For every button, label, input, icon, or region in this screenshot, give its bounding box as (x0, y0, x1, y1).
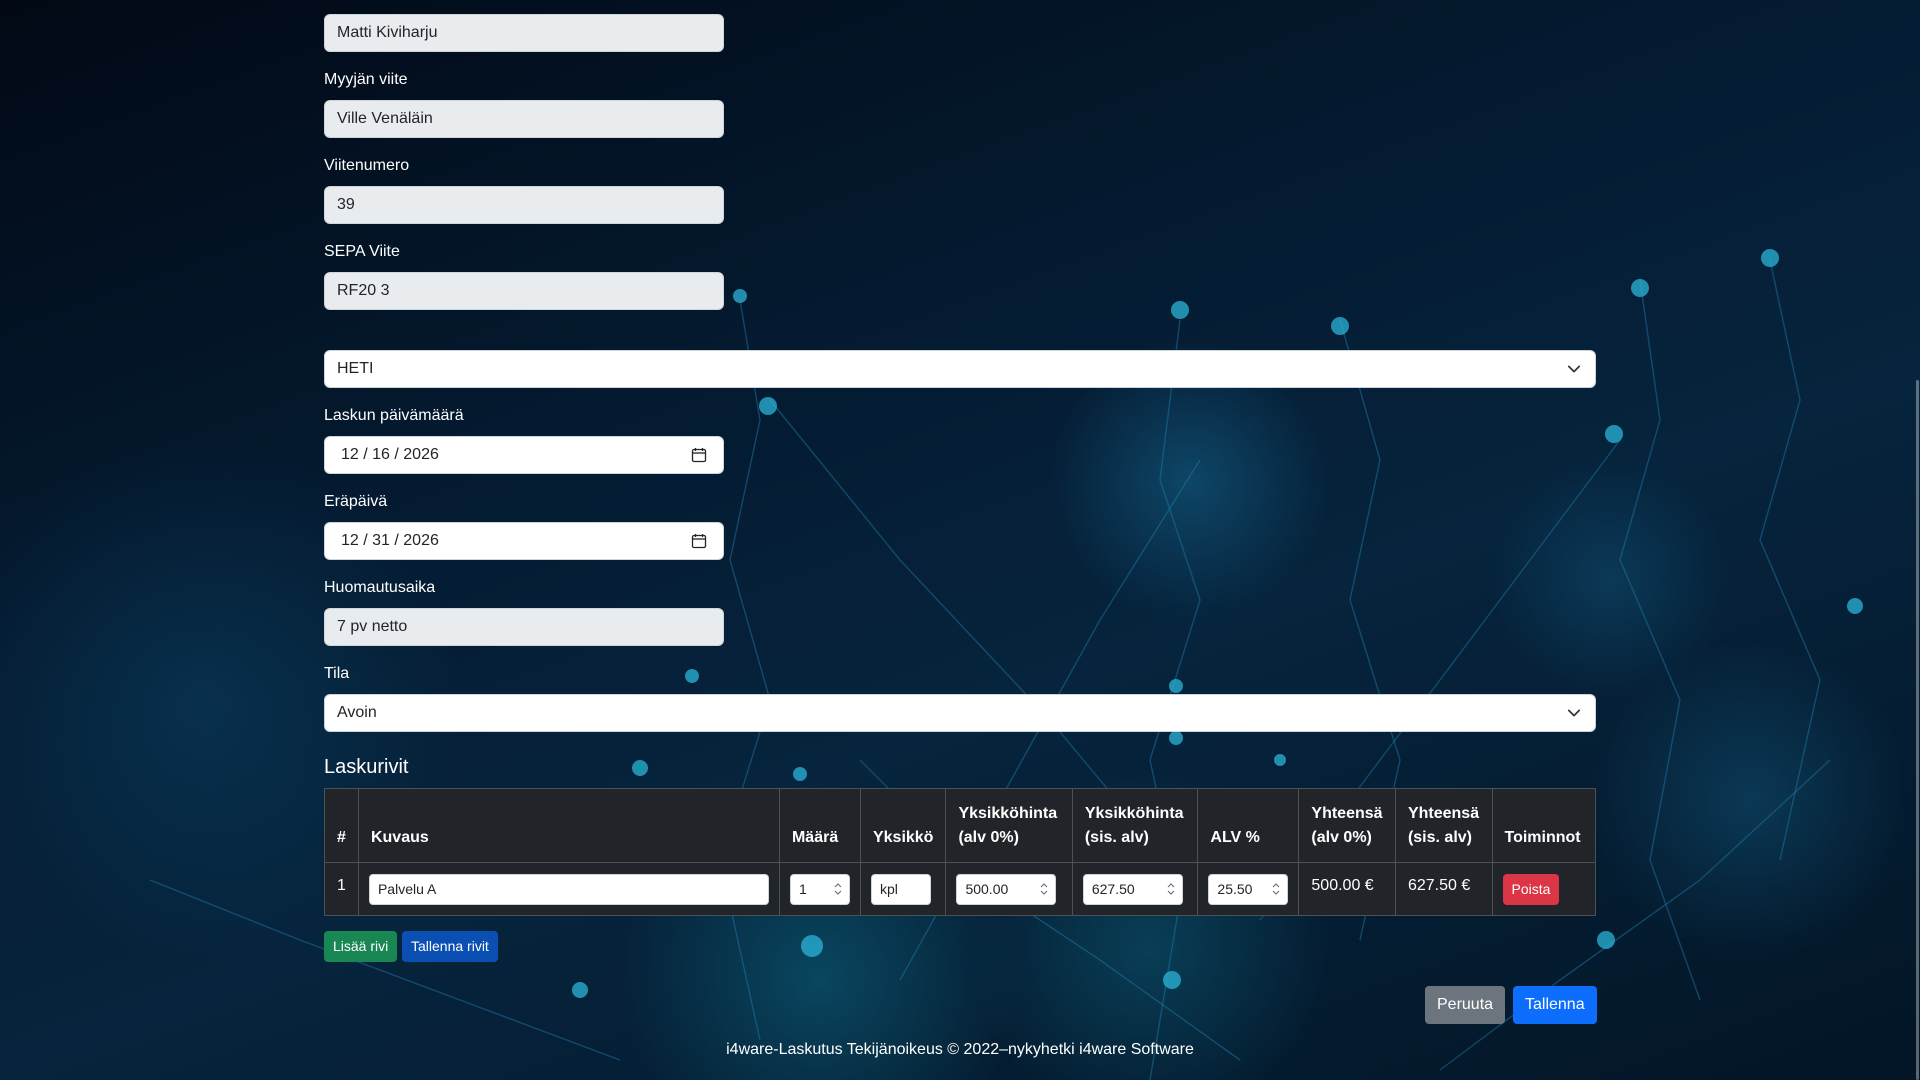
notice-period-field[interactable]: 7 pv netto (324, 608, 724, 646)
row-total-gross: 627.50 € (1394, 862, 1493, 916)
invoice-lines-table: # Kuvaus Määrä Yksikkö Yksikköhinta (alv … (324, 788, 1596, 916)
seller-reference-label: Myyjän viite (324, 71, 408, 88)
quantity-value: 1 (798, 880, 807, 897)
row-actions-cell: Poista (1491, 862, 1596, 916)
cancel-button[interactable]: Peruuta (1425, 986, 1506, 1024)
status-select[interactable]: Avoin (324, 694, 1596, 732)
due-date-field[interactable]: 12 / 31 / 2026 (324, 522, 724, 560)
column-header-text: Yhteensä (1407, 805, 1480, 822)
invoice-date-field[interactable]: 12 / 16 / 2026 (324, 436, 724, 474)
column-header-unit-price-net: Yksikköhinta (alv 0%) (945, 788, 1073, 863)
unit-price-gross-value: 627.50 (1091, 880, 1135, 897)
row-unit-price-net-cell: 500.00 (945, 862, 1073, 916)
chevron-down-icon (1567, 709, 1581, 717)
column-header-quantity: Määrä (778, 788, 861, 863)
sepa-reference-field[interactable]: RF20 3 (324, 272, 724, 310)
status-selected: Avoin (337, 704, 377, 721)
unit-price-net-value: 500.00 (965, 880, 1009, 897)
background-network-illustration (149, 249, 1863, 1080)
save-button[interactable]: Tallenna (1513, 986, 1597, 1024)
invoice-date-value: 12 / 16 / 2026 (341, 446, 439, 463)
unit-price-net-stepper[interactable]: 500.00 (956, 873, 1057, 905)
reference-number-field[interactable]: 39 (324, 186, 724, 224)
unit-price-gross-stepper[interactable]: 627.50 (1082, 873, 1183, 905)
delete-row-button[interactable]: Poista (1502, 873, 1560, 905)
column-header-description: Kuvaus (357, 788, 780, 863)
quantity-stepper[interactable]: 1 (789, 873, 850, 905)
row-vat-cell: 25.50 (1197, 862, 1300, 916)
column-header-text: (sis. alv) (1084, 829, 1149, 846)
sepa-reference-label: SEPA Viite (324, 243, 400, 260)
row-description-cell: Palvelu A (357, 862, 780, 916)
spinner-arrows-icon[interactable] (833, 880, 843, 898)
row-total-net: 500.00 € (1298, 862, 1396, 916)
chevron-down-icon (1567, 365, 1581, 373)
reference-number-label: Viitenumero (324, 157, 410, 174)
column-header-unit: Yksikkö (859, 788, 947, 863)
add-row-button[interactable]: Lisää rivi (324, 931, 398, 962)
spinner-arrows-icon[interactable] (1166, 880, 1176, 898)
footer-copyright: i4ware-Laskutus Tekijänoikeus © 2022–nyk… (726, 1041, 1194, 1058)
description-input[interactable]: Palvelu A (368, 873, 769, 905)
page-scrollbar[interactable] (1914, 0, 1920, 1080)
column-header-total-net: Yhteensä (alv 0%) (1298, 788, 1396, 863)
calendar-icon[interactable] (691, 533, 707, 549)
column-header-text: (alv 0%) (958, 829, 1019, 846)
column-header-total-gross: Yhteensä (sis. alv) (1394, 788, 1493, 863)
save-rows-button[interactable]: Tallenna rivit (402, 931, 498, 962)
payment-terms-select[interactable]: HETI (324, 350, 1596, 388)
vat-stepper[interactable]: 25.50 (1208, 873, 1289, 905)
row-unit-price-gross-cell: 627.50 (1071, 862, 1199, 916)
calendar-icon[interactable] (691, 447, 707, 463)
status-label: Tila (324, 665, 350, 682)
vat-value: 25.50 (1217, 880, 1253, 897)
column-header-index: # (324, 788, 359, 863)
column-header-text: Yksikköhinta (958, 805, 1058, 822)
column-header-text: Yhteensä (1311, 805, 1383, 822)
seller-reference-field[interactable]: Ville Venäläin (324, 100, 724, 138)
due-date-label: Eräpäivä (324, 493, 388, 510)
notice-period-label: Huomautusaika (324, 579, 436, 596)
row-index: 1 (324, 862, 359, 916)
column-header-vat: ALV % (1197, 788, 1300, 863)
table-row: 1 Palvelu A 1 kpl 500.00 627.50 25.50 50… (324, 862, 1596, 916)
payment-terms-selected: HETI (337, 360, 374, 377)
customer-contact-field[interactable]: Matti Kiviharju (324, 14, 724, 52)
due-date-value: 12 / 31 / 2026 (341, 532, 439, 549)
unit-input[interactable]: kpl (870, 873, 931, 905)
spinner-arrows-icon[interactable] (1039, 880, 1049, 898)
column-header-text: (sis. alv) (1407, 829, 1472, 846)
column-header-text: Yksikköhinta (1084, 805, 1184, 822)
column-header-text: (alv 0%) (1311, 829, 1372, 846)
invoice-date-label: Laskun päivämäärä (324, 407, 464, 424)
scrollbar-thumb[interactable] (1916, 380, 1919, 1080)
table-header-row: # Kuvaus Määrä Yksikkö Yksikköhinta (alv … (324, 788, 1596, 863)
column-header-unit-price-gross: Yksikköhinta (sis. alv) (1071, 788, 1199, 863)
row-unit-cell: kpl (859, 862, 947, 916)
invoice-lines-title: Laskurivit (324, 756, 409, 778)
column-header-actions: Toiminnot (1491, 788, 1596, 863)
row-quantity-cell: 1 (778, 862, 861, 916)
spinner-arrows-icon[interactable] (1271, 880, 1281, 898)
